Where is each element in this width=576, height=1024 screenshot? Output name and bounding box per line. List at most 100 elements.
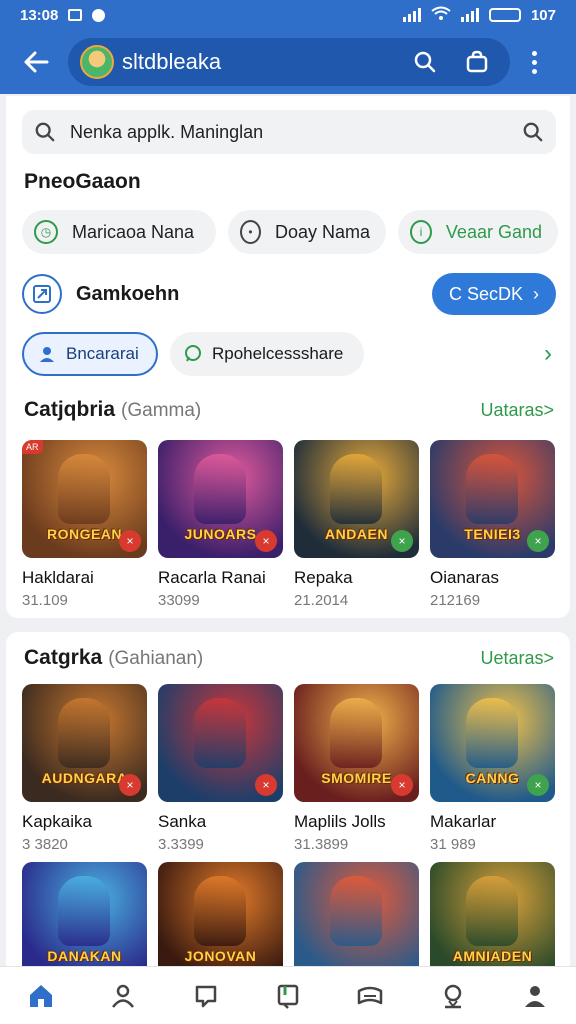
support-icon bbox=[444, 984, 461, 1008]
game-row-label: Gamkoehn bbox=[76, 282, 180, 305]
section-title: PneoGaaon bbox=[24, 170, 141, 193]
game-tile[interactable]: TENIEI3 × Oianaras 212169 bbox=[430, 440, 555, 609]
see-all-link[interactable]: Uetaras> bbox=[480, 648, 554, 669]
chip-doay[interactable]: • Doay Nama bbox=[228, 210, 386, 254]
account-icon bbox=[524, 985, 545, 1007]
bottom-nav bbox=[0, 966, 576, 1024]
nav-profile[interactable] bbox=[103, 976, 143, 1016]
game-thumbnail[interactable]: AMNIADEN bbox=[430, 862, 555, 980]
game-thumbnail[interactable]: JONOVAN bbox=[158, 862, 283, 980]
chip-row: ◷ Maricaoa Nana • Doay Nama i Veaar Gand bbox=[22, 210, 558, 254]
game-title: Sanka bbox=[158, 812, 207, 831]
game-thumbnail[interactable]: AR RONGEAN × bbox=[22, 440, 147, 558]
more-options-icon[interactable] bbox=[520, 50, 548, 74]
message-icon bbox=[68, 9, 83, 21]
status-badge-icon: × bbox=[255, 530, 277, 552]
character-art bbox=[466, 454, 518, 524]
battery-icon bbox=[488, 8, 521, 22]
game-tile[interactable]: SMOMIRE × Maplils Jolls 31.3899 bbox=[294, 684, 419, 853]
back-arrow-icon bbox=[24, 51, 49, 73]
game-thumbnail[interactable]: SMOMIRE × bbox=[294, 684, 419, 802]
character-art bbox=[58, 698, 110, 768]
game-tile[interactable]: JONOVAN bbox=[158, 862, 283, 980]
game-tile[interactable]: CANNG × Makarlar 31 989 bbox=[430, 684, 555, 853]
character-art bbox=[194, 698, 246, 768]
game-count: 3 3820 bbox=[22, 836, 68, 853]
game-thumbnail[interactable]: JUNOARS × bbox=[158, 440, 283, 558]
game-tiles-row-1: AR RONGEAN × Hakldarai 31.109 JUNOARS × Racarla… bbox=[22, 440, 555, 609]
status-badge-icon: × bbox=[119, 530, 141, 552]
character-art bbox=[330, 454, 382, 524]
status-badge-icon: × bbox=[527, 530, 549, 552]
game-count: 212169 bbox=[430, 592, 481, 609]
game-title: Maplils Jolls bbox=[294, 812, 386, 831]
nav-home[interactable] bbox=[21, 976, 61, 1016]
battery-level: 107 bbox=[530, 6, 556, 24]
category-subtitle: (Gahianan) bbox=[108, 648, 204, 669]
search-submit-icon[interactable] bbox=[522, 121, 544, 143]
nav-wallet[interactable] bbox=[350, 976, 390, 1016]
game-thumbnail[interactable] bbox=[294, 862, 419, 980]
game-row: Gamkoehn C SecDK › bbox=[22, 270, 556, 318]
tag-label: Bncararai bbox=[66, 344, 139, 363]
search-query: Nenka applk. Maninglan bbox=[70, 121, 264, 142]
game-count: 31.3899 bbox=[294, 836, 349, 853]
chevron-right-icon[interactable]: › bbox=[544, 340, 556, 368]
game-logo-text: DANAKAN bbox=[47, 948, 122, 964]
search-icon[interactable] bbox=[412, 49, 438, 75]
game-logo-text: AMNIADEN bbox=[452, 948, 533, 964]
chip-veaar[interactable]: i Veaar Gand bbox=[398, 210, 558, 254]
chip-label: Maricaoa Nana bbox=[72, 221, 195, 242]
game-thumbnail[interactable]: × bbox=[158, 684, 283, 802]
secdk-button[interactable]: C SecDK › bbox=[432, 273, 556, 315]
game-tile[interactable]: AUDNGARA × Kapkaika 3 3820 bbox=[22, 684, 147, 853]
chat-icon bbox=[195, 985, 216, 1007]
game-thumbnail[interactable]: CANNG × bbox=[430, 684, 555, 802]
status-badge-icon: × bbox=[391, 530, 413, 552]
game-count: 33099 bbox=[158, 592, 200, 609]
game-count: 21.2014 bbox=[294, 592, 349, 609]
app-bar: sltdbleaka bbox=[0, 30, 576, 94]
nav-notes[interactable] bbox=[268, 976, 308, 1016]
avatar[interactable] bbox=[80, 45, 114, 79]
game-tile[interactable]: × Sanka 3.3399 bbox=[158, 684, 283, 853]
chip-maricaoa[interactable]: ◷ Maricaoa Nana bbox=[22, 210, 216, 254]
signal-icon bbox=[402, 8, 421, 22]
game-title: Oianaras bbox=[430, 568, 499, 587]
game-title: Racarla Ranai bbox=[158, 568, 266, 587]
nav-support[interactable] bbox=[433, 976, 473, 1016]
game-thumbnail[interactable]: AUDNGARA × bbox=[22, 684, 147, 802]
character-art bbox=[58, 454, 110, 524]
info-icon: i bbox=[410, 220, 432, 244]
bag-icon[interactable] bbox=[464, 49, 490, 75]
game-tiles-row-3: DANAKAN JONOVAN AMNIADEN bbox=[22, 862, 555, 980]
category-header: Catjqbria (Gamma) Uataras> bbox=[24, 398, 554, 422]
app-title: sltdbleaka bbox=[122, 49, 222, 74]
search-input[interactable]: Nenka applk. Maninglan bbox=[22, 110, 556, 154]
game-thumbnail[interactable]: ANDAEN × bbox=[294, 440, 419, 558]
game-tile[interactable]: DANAKAN bbox=[22, 862, 147, 980]
see-all-link[interactable]: Uataras> bbox=[480, 400, 554, 421]
app-header-pill: sltdbleaka bbox=[68, 38, 510, 86]
back-button[interactable] bbox=[14, 40, 58, 84]
category-subtitle: (Gamma) bbox=[121, 400, 202, 421]
game-tile[interactable]: AR RONGEAN × Hakldarai 31.109 bbox=[22, 440, 147, 609]
game-thumbnail[interactable]: TENIEI3 × bbox=[430, 440, 555, 558]
tag-label: Rpohelcessshare bbox=[212, 344, 344, 363]
character-art bbox=[194, 876, 246, 946]
game-tile[interactable]: JUNOARS × Racarla Ranai 33099 bbox=[158, 440, 283, 609]
status-bar: 13:08 107 bbox=[0, 0, 576, 30]
game-count: 31 989 bbox=[430, 836, 476, 853]
tag-bncararai[interactable]: Bncararai bbox=[22, 332, 158, 376]
game-tile[interactable]: ANDAEN × Repaka 21.2014 bbox=[294, 440, 419, 609]
character-art bbox=[466, 698, 518, 768]
category-title: Catgrka bbox=[24, 646, 103, 669]
tag-share[interactable]: Rpohelcessshare bbox=[170, 332, 364, 376]
corner-badge: AR bbox=[22, 440, 43, 454]
game-thumbnail[interactable]: DANAKAN bbox=[22, 862, 147, 980]
nav-account[interactable] bbox=[515, 976, 555, 1016]
game-tile[interactable] bbox=[294, 862, 419, 980]
game-tile[interactable]: AMNIADEN bbox=[430, 862, 555, 980]
tag-row: Bncararai Rpohelcessshare › bbox=[22, 332, 556, 376]
nav-chat[interactable] bbox=[186, 976, 226, 1016]
